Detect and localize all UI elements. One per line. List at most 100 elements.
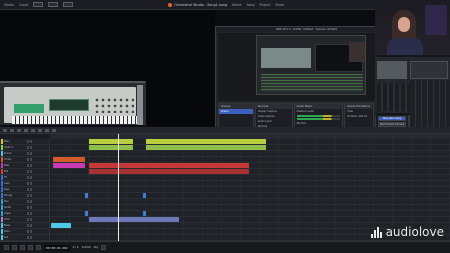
record-button[interactable] bbox=[36, 245, 41, 250]
instrument-knobs[interactable] bbox=[94, 97, 134, 113]
split-tool-icon[interactable] bbox=[17, 128, 21, 132]
solo-button[interactable] bbox=[30, 182, 32, 185]
loop-button[interactable] bbox=[4, 245, 9, 250]
event-clip[interactable] bbox=[89, 163, 249, 168]
tempo-display[interactable]: 120.00 bbox=[82, 246, 91, 249]
track-name: Brass bbox=[4, 224, 11, 227]
solo-button[interactable] bbox=[30, 194, 32, 197]
stop-recording-button[interactable]: Stop Recording bbox=[378, 116, 406, 121]
mixer-strips[interactable] bbox=[410, 80, 450, 130]
solo-button[interactable] bbox=[30, 152, 32, 155]
track-color-chip bbox=[1, 205, 3, 210]
play-button[interactable] bbox=[28, 245, 33, 250]
nav-song[interactable]: Song bbox=[246, 3, 254, 7]
metronome-button[interactable] bbox=[101, 245, 107, 250]
event-clip[interactable] bbox=[51, 223, 71, 228]
mute-button[interactable] bbox=[27, 158, 29, 161]
nav-show[interactable]: Show bbox=[275, 3, 284, 7]
mute-button[interactable] bbox=[27, 182, 29, 185]
track-color-chip bbox=[1, 175, 3, 180]
mute-button[interactable] bbox=[27, 230, 29, 233]
mute-button[interactable] bbox=[27, 176, 29, 179]
instrument-scrollbar[interactable] bbox=[137, 85, 143, 125]
solo-button[interactable] bbox=[30, 206, 32, 209]
rewind-button[interactable] bbox=[12, 245, 17, 250]
mute-button[interactable] bbox=[27, 212, 29, 215]
event-clip[interactable] bbox=[89, 145, 133, 150]
eraser-tool-icon[interactable] bbox=[24, 128, 28, 132]
event-clip[interactable] bbox=[53, 163, 85, 168]
solo-button[interactable] bbox=[30, 230, 32, 233]
mute-button[interactable] bbox=[27, 140, 29, 143]
event-clip[interactable] bbox=[89, 217, 179, 222]
solo-button[interactable] bbox=[30, 224, 32, 227]
color-swatch[interactable] bbox=[33, 2, 44, 7]
solo-button[interactable] bbox=[30, 158, 32, 161]
event-clip[interactable] bbox=[53, 157, 85, 162]
audio-meter bbox=[296, 118, 341, 120]
mute-button[interactable] bbox=[27, 188, 29, 191]
range-tool-icon[interactable] bbox=[10, 128, 14, 132]
instrument-logo bbox=[14, 104, 44, 113]
track-color-chip bbox=[1, 193, 3, 198]
solo-button[interactable] bbox=[30, 170, 32, 173]
event-clip[interactable] bbox=[89, 169, 249, 174]
arrow-tool-icon[interactable] bbox=[3, 128, 7, 132]
mute-button[interactable] bbox=[27, 164, 29, 167]
playhead[interactable] bbox=[118, 134, 119, 241]
transition-duration[interactable]: Duration 300 ms bbox=[345, 114, 373, 119]
key-display[interactable]: Key bbox=[94, 246, 99, 249]
solo-button[interactable] bbox=[30, 164, 32, 167]
track-name: Choir bbox=[4, 218, 11, 221]
mute-button[interactable] bbox=[27, 218, 29, 221]
solo-button[interactable] bbox=[30, 218, 32, 221]
solo-button[interactable] bbox=[30, 212, 32, 215]
nav-home[interactable]: Home bbox=[232, 3, 241, 7]
mute-button[interactable] bbox=[27, 152, 29, 155]
mute-button[interactable] bbox=[27, 200, 29, 203]
signature-display[interactable]: 4 / 4 bbox=[73, 246, 79, 249]
color-swatch[interactable] bbox=[48, 2, 59, 7]
track-name: Drums bbox=[4, 152, 12, 155]
plugin-panel bbox=[377, 61, 407, 79]
track-name: Guitar bbox=[4, 206, 12, 209]
stop-button[interactable] bbox=[20, 245, 25, 250]
instrument-plugin-window[interactable] bbox=[0, 81, 145, 125]
mute-button[interactable] bbox=[27, 170, 29, 173]
bend-tool-icon[interactable] bbox=[45, 128, 49, 132]
menu-cloud[interactable]: Cloud bbox=[19, 3, 28, 7]
solo-button[interactable] bbox=[30, 236, 32, 239]
solo-button[interactable] bbox=[30, 176, 32, 179]
mixer-channel-label: Mic/Aux bbox=[296, 122, 307, 125]
event-clip[interactable] bbox=[146, 145, 266, 150]
solo-button[interactable] bbox=[30, 146, 32, 149]
mute-button[interactable] bbox=[27, 224, 29, 227]
track-color-chip bbox=[1, 211, 3, 216]
event-clip[interactable] bbox=[143, 193, 146, 198]
event-clip[interactable] bbox=[89, 139, 133, 144]
mute-button[interactable] bbox=[27, 206, 29, 209]
mute-button[interactable] bbox=[27, 146, 29, 149]
scene-item[interactable]: Scene bbox=[219, 109, 253, 114]
track-color-chip bbox=[1, 163, 3, 168]
event-clip[interactable] bbox=[143, 211, 146, 216]
paint-tool-icon[interactable] bbox=[31, 128, 35, 132]
color-swatch[interactable] bbox=[63, 2, 74, 7]
mute-button[interactable] bbox=[27, 236, 29, 239]
solo-button[interactable] bbox=[30, 140, 32, 143]
mute-button[interactable] bbox=[27, 194, 29, 197]
track-color-chip bbox=[1, 181, 3, 186]
menu-studio[interactable]: Studio bbox=[4, 3, 14, 7]
nav-project[interactable]: Project bbox=[259, 3, 270, 7]
instrument-keyboard[interactable] bbox=[12, 116, 137, 124]
solo-button[interactable] bbox=[30, 188, 32, 191]
mute-tool-icon[interactable] bbox=[38, 128, 42, 132]
track-color-chip bbox=[1, 217, 3, 222]
event-clip[interactable] bbox=[85, 211, 88, 216]
listen-tool-icon[interactable] bbox=[52, 128, 56, 132]
track-color-chip bbox=[1, 139, 3, 144]
solo-button[interactable] bbox=[30, 200, 32, 203]
event-clip[interactable] bbox=[85, 193, 88, 198]
track-name: Synth 1 bbox=[4, 146, 13, 149]
event-clip[interactable] bbox=[146, 139, 266, 144]
